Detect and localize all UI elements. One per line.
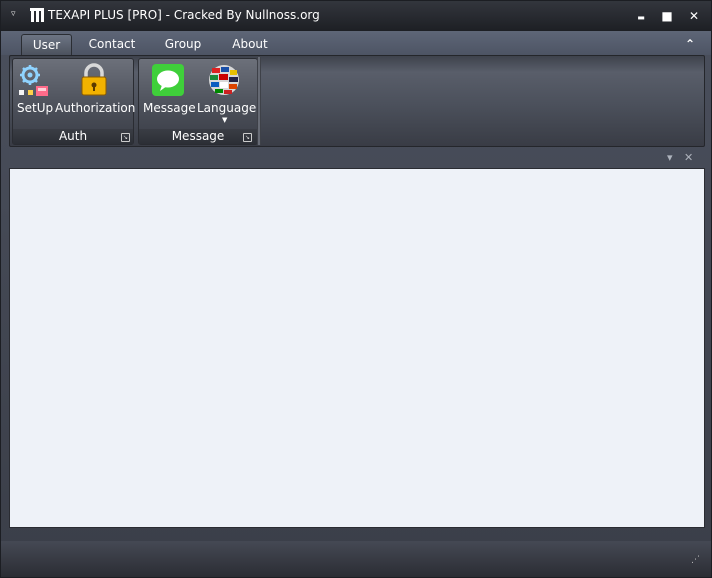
language-dropdown-arrow-icon: ▼: [222, 116, 228, 124]
authorization-label: Authorization: [55, 101, 136, 115]
setup-label: SetUp: [17, 101, 54, 115]
language-label: Language: [197, 101, 257, 115]
app-logo-icon: [30, 8, 44, 22]
message-button[interactable]: Message: [141, 61, 196, 119]
message-label: Message: [143, 101, 196, 115]
title-bar[interactable]: ▿ TEXAPI PLUS [PRO] - Cracked By Nullnos…: [1, 1, 711, 31]
tab-group[interactable]: Group: [159, 34, 207, 56]
ribbon-group-separator: [257, 57, 261, 145]
app-window: ▿ TEXAPI PLUS [PRO] - Cracked By Nullnos…: [0, 0, 712, 578]
ribbon-group-message: Message Language ▼ Message ↘: [138, 58, 258, 145]
auth-group-launcher-button[interactable]: ↘: [121, 133, 130, 142]
tab-label: Group: [164, 37, 202, 51]
system-menu-icon[interactable]: ▿: [11, 9, 23, 23]
ribbon-panel: SetUp Authorization Auth ↘ Message Langu…: [9, 55, 705, 147]
padlock-icon: [81, 63, 107, 96]
maximize-button[interactable]: ■: [658, 7, 676, 25]
main-content-area[interactable]: [9, 168, 705, 528]
resize-grip-icon[interactable]: ⋰: [691, 556, 703, 569]
tab-contact[interactable]: Contact: [85, 34, 139, 56]
ribbon-group-auth: SetUp Authorization Auth ↘: [12, 58, 136, 145]
panel-close-button[interactable]: ✕: [684, 151, 693, 165]
tab-label: Contact: [88, 37, 136, 51]
tab-label: About: [232, 37, 268, 51]
setup-gear-icon: [19, 65, 48, 96]
minimize-button[interactable]: ▬: [632, 7, 650, 25]
flags-globe-icon: [209, 65, 239, 95]
ribbon-group-label: Message: [139, 129, 257, 144]
status-bar: [1, 541, 711, 577]
language-button[interactable]: Language ▼: [195, 61, 257, 127]
panel-pin-button[interactable]: ▾: [667, 151, 673, 165]
message-group-launcher-button[interactable]: ↘: [243, 133, 252, 142]
authorization-button[interactable]: Authorization: [55, 61, 136, 119]
setup-button[interactable]: SetUp: [15, 61, 54, 119]
tab-label: User: [32, 38, 61, 52]
ribbon-group-label: Auth: [13, 129, 133, 144]
tab-about[interactable]: About: [227, 34, 273, 56]
window-title: TEXAPI PLUS [PRO] - Cracked By Nullnoss.…: [48, 8, 320, 22]
ribbon-tab-strip: User Contact Group About: [1, 31, 711, 56]
close-button[interactable]: ✕: [685, 7, 703, 25]
chat-bubble-icon: [152, 64, 184, 96]
ribbon-collapse-button[interactable]: ⌃: [683, 38, 697, 50]
tab-user[interactable]: User: [21, 34, 72, 56]
